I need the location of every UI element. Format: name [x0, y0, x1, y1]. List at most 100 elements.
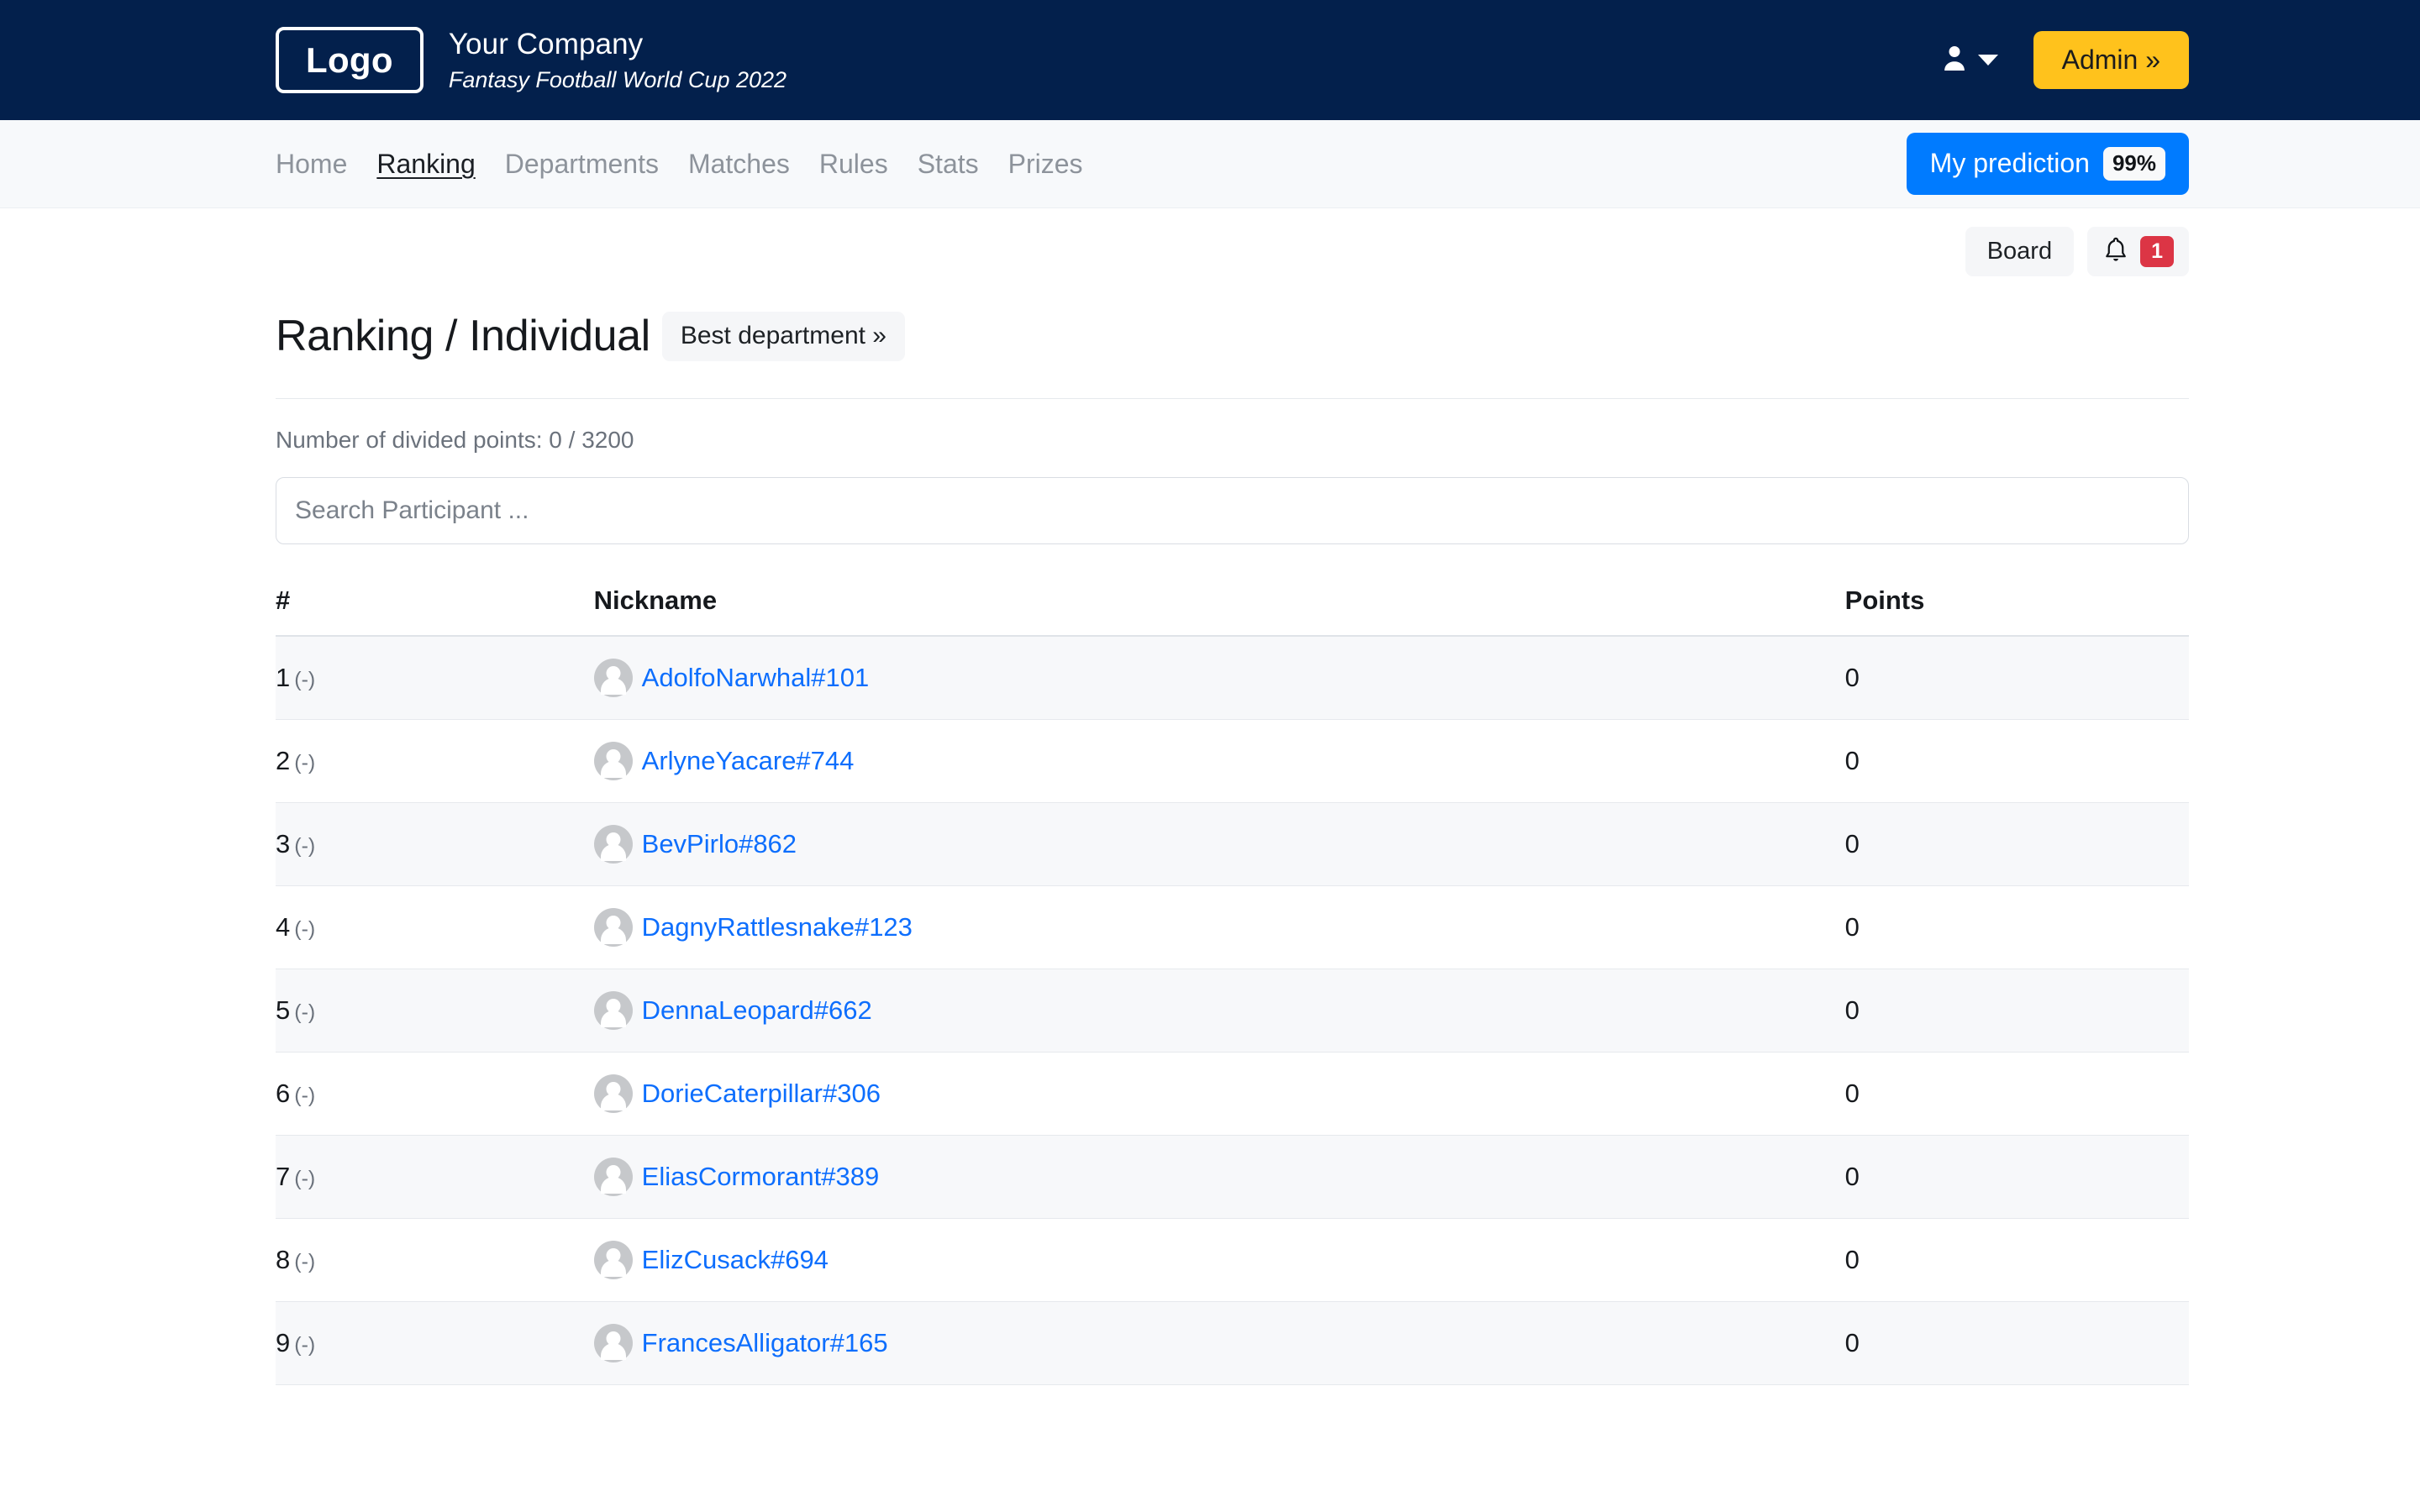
nav-item-departments[interactable]: Departments — [505, 148, 659, 180]
cell-rank: 4 (-) — [276, 885, 594, 969]
cell-points: 0 — [1844, 802, 2189, 886]
cell-points: 0 — [1844, 635, 2189, 720]
search-participant-input[interactable] — [276, 477, 2189, 545]
rank-number: 3 — [276, 829, 291, 859]
cell-nickname: DennaLeopard#662 — [593, 969, 1845, 1053]
rank-change-indicator: (-) — [294, 751, 316, 775]
table-head: # Nickname Points — [276, 573, 2189, 637]
participant-link[interactable]: FrancesAlligator#165 — [642, 1327, 888, 1358]
rank-change-indicator: (-) — [294, 1167, 316, 1191]
company-tagline: Fantasy Football World Cup 2022 — [448, 66, 787, 92]
table-body: 1 (-) AdolfoNarwhal#101 0 2 (-) ArlyneYacare#7… — [276, 635, 2189, 1385]
rank-number: 2 — [276, 746, 291, 776]
cell-nickname: FrancesAlligator#165 — [593, 1301, 1845, 1385]
my-prediction-label: My prediction — [1929, 148, 2090, 179]
cell-nickname: ElizCusack#694 — [593, 1218, 1845, 1302]
rank-change-indicator: (-) — [294, 1333, 316, 1357]
logo[interactable]: Logo — [276, 26, 424, 93]
rank-change-indicator: (-) — [294, 917, 316, 942]
company-name: Your Company — [448, 28, 644, 61]
cell-points: 0 — [1844, 1135, 2189, 1219]
nav-item-prizes[interactable]: Prizes — [1008, 148, 1083, 180]
cell-nickname: DorieCaterpillar#306 — [593, 1052, 1845, 1136]
avatar — [593, 1157, 633, 1196]
main-navigation: Home Ranking Departments Matches Rules S… — [0, 120, 2420, 208]
page-header: Ranking / Individual Best department » — [276, 312, 2189, 361]
admin-button[interactable]: Admin » — [2033, 30, 2189, 90]
avatar — [593, 990, 633, 1030]
notifications-button[interactable]: 1 — [2087, 227, 2189, 277]
main-content: Ranking / Individual Best department » N… — [0, 312, 2420, 1385]
cell-rank: 2 (-) — [276, 719, 594, 803]
rank-number: 1 — [276, 663, 291, 693]
bell-icon — [2102, 236, 2129, 267]
cell-nickname: ArlyneYacare#744 — [593, 719, 1845, 803]
cell-nickname: AdolfoNarwhal#101 — [593, 635, 1845, 720]
cell-rank: 6 (-) — [276, 1052, 594, 1136]
cell-nickname: EliasCormorant#389 — [593, 1135, 1845, 1219]
participant-link[interactable]: DagnyRattlesnake#123 — [642, 911, 913, 942]
column-header-points: Points — [1844, 573, 2189, 637]
cell-rank: 5 (-) — [276, 969, 594, 1053]
rank-number: 5 — [276, 995, 291, 1026]
cell-nickname: DagnyRattlesnake#123 — [593, 885, 1845, 969]
cell-points: 0 — [1844, 1052, 2189, 1136]
participant-link[interactable]: ArlyneYacare#744 — [642, 745, 855, 776]
cell-points: 0 — [1844, 885, 2189, 969]
cell-rank: 9 (-) — [276, 1301, 594, 1385]
board-button[interactable]: Board — [1965, 227, 2075, 277]
participant-link[interactable]: DennaLeopard#662 — [642, 995, 872, 1026]
rank-number: 6 — [276, 1079, 291, 1109]
cell-rank: 3 (-) — [276, 802, 594, 886]
page-title: Ranking / Individual — [276, 312, 650, 361]
notification-count-badge: 1 — [2140, 236, 2174, 268]
best-department-button[interactable]: Best department » — [661, 312, 905, 361]
nav-item-home[interactable]: Home — [276, 148, 347, 180]
participant-link[interactable]: ElizCusack#694 — [642, 1244, 829, 1275]
brand-text: Your Company Fantasy Football World Cup … — [449, 26, 786, 93]
cell-rank: 1 (-) — [276, 635, 594, 720]
column-header-nickname: Nickname — [593, 573, 1845, 637]
cell-nickname: BevPirlo#862 — [593, 802, 1845, 886]
column-header-rank: # — [276, 573, 594, 637]
participant-link[interactable]: BevPirlo#862 — [642, 828, 797, 859]
secondary-action-bar: Board 1 — [0, 208, 2420, 277]
table-row: 6 (-) DorieCaterpillar#306 0 — [276, 1052, 2189, 1136]
nav-item-stats[interactable]: Stats — [918, 148, 979, 180]
cell-points: 0 — [1844, 1218, 2189, 1302]
rank-change-indicator: (-) — [294, 1000, 316, 1025]
cell-points: 0 — [1844, 969, 2189, 1053]
nav-item-matches[interactable]: Matches — [688, 148, 790, 180]
rank-change-indicator: (-) — [294, 668, 316, 692]
brand[interactable]: Logo Your Company Fantasy Football World… — [276, 26, 786, 93]
table-row: 5 (-) DennaLeopard#662 0 — [276, 969, 2189, 1053]
cell-points: 0 — [1844, 719, 2189, 803]
rank-number: 4 — [276, 912, 291, 942]
avatar — [593, 658, 633, 697]
header-divider — [276, 397, 2189, 399]
nav-item-ranking[interactable]: Ranking — [376, 148, 475, 180]
divided-points-status: Number of divided points: 0 / 3200 — [276, 426, 634, 453]
prediction-percent-badge: 99% — [2102, 147, 2165, 181]
ranking-table: # Nickname Points 1 (-) AdolfoNarwhal#101 0… — [276, 573, 2189, 1385]
avatar — [593, 1240, 633, 1279]
table-row: 3 (-) BevPirlo#862 0 — [276, 802, 2189, 886]
participant-link[interactable]: AdolfoNarwhal#101 — [642, 662, 870, 693]
rank-number: 9 — [276, 1328, 291, 1358]
participant-link[interactable]: DorieCaterpillar#306 — [642, 1078, 881, 1109]
cell-rank: 7 (-) — [276, 1135, 594, 1219]
table-row: 1 (-) AdolfoNarwhal#101 0 — [276, 635, 2189, 720]
avatar — [593, 907, 633, 947]
rank-change-indicator: (-) — [294, 1084, 316, 1108]
avatar — [593, 824, 633, 864]
table-row: 9 (-) FrancesAlligator#165 0 — [276, 1301, 2189, 1385]
user-menu[interactable] — [1942, 44, 1998, 76]
cell-points: 0 — [1844, 1301, 2189, 1385]
cell-rank: 8 (-) — [276, 1218, 594, 1302]
participant-link[interactable]: EliasCormorant#389 — [642, 1161, 880, 1192]
nav-links: Home Ranking Departments Matches Rules S… — [276, 148, 1083, 180]
chevron-down-icon — [1977, 54, 1998, 66]
my-prediction-button[interactable]: My prediction 99% — [1906, 133, 2189, 195]
table-row: 8 (-) ElizCusack#694 0 — [276, 1218, 2189, 1302]
nav-item-rules[interactable]: Rules — [819, 148, 888, 180]
